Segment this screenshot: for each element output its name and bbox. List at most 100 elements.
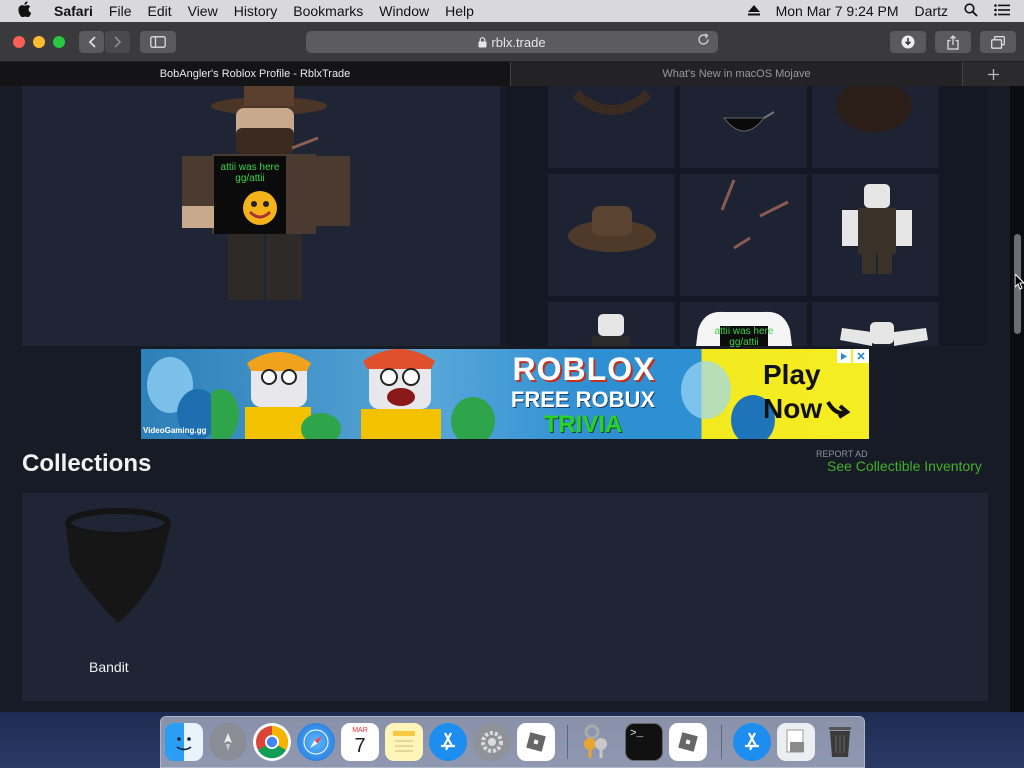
dock-separator (721, 725, 722, 759)
menubar-clock[interactable]: Mon Mar 7 9:24 PM (776, 3, 899, 19)
menu-bookmarks[interactable]: Bookmarks (293, 3, 363, 19)
close-window-button[interactable] (13, 36, 25, 48)
trash-icon[interactable] (821, 723, 859, 761)
chrome-icon[interactable] (253, 723, 291, 761)
roblox-studio-icon[interactable] (517, 723, 555, 761)
menu-file[interactable]: File (109, 3, 132, 19)
chevron-left-icon (88, 36, 96, 48)
inventory-shirt-text: attii was here gg/attii (714, 326, 774, 348)
forward-button[interactable] (105, 31, 130, 53)
spotlight-search-icon[interactable] (964, 2, 978, 20)
item-thumbnail (722, 111, 775, 132)
grid-item[interactable] (680, 86, 807, 168)
eject-icon[interactable] (747, 3, 760, 19)
roblox-player-icon[interactable] (669, 723, 707, 761)
item-thumbnail (840, 322, 928, 346)
menu-safari[interactable]: Safari (54, 3, 93, 19)
apple-menu-icon[interactable] (18, 1, 40, 21)
tab-bar: BobAngler's Roblox Profile - RblxTrade W… (0, 62, 1024, 86)
address-bar[interactable]: rblx.trade (306, 31, 718, 53)
collections-heading: Collections (22, 450, 152, 477)
mouse-cursor-icon (1015, 274, 1024, 290)
back-button[interactable] (79, 31, 104, 53)
zoom-window-button[interactable] (53, 36, 65, 48)
avatar-render (182, 86, 350, 300)
ad-headline: ROBLOX (512, 351, 656, 387)
ad-banner[interactable]: ROBLOX FREE ROBUX TRIVIA Play Now VideoG… (141, 349, 869, 439)
item-thumbnail (720, 179, 789, 250)
system-preferences-icon[interactable] (473, 723, 511, 761)
plus-icon (988, 68, 999, 80)
calendar-icon[interactable]: MAR 7 (341, 723, 379, 761)
web-page: attii was here gg/attii attii was here g… (0, 86, 1010, 712)
share-icon (947, 34, 959, 50)
avatar-shirt-text: attii was here gg/attii (220, 162, 280, 184)
menu-edit[interactable]: Edit (147, 3, 171, 19)
menu-view[interactable]: View (188, 3, 218, 19)
adchoices-icon[interactable] (837, 349, 851, 363)
item-thumbnail (836, 86, 912, 132)
finder-icon[interactable] (165, 723, 203, 761)
grid-item[interactable] (812, 174, 939, 296)
arrow-right-icon (826, 400, 851, 419)
download-icon (901, 35, 915, 49)
terminal-icon[interactable]: >_ (625, 723, 663, 761)
minimize-window-button[interactable] (33, 36, 45, 48)
calendar-day: 7 (354, 735, 366, 757)
menu-window[interactable]: Window (379, 3, 429, 19)
avatar-panel: attii was here gg/attii (22, 86, 500, 346)
safari-icon[interactable] (297, 723, 335, 761)
documents-stack-icon[interactable] (777, 723, 815, 761)
grid-item[interactable] (812, 302, 939, 346)
new-tab-button[interactable] (962, 62, 1024, 86)
macos-menubar: Safari File Edit View History Bookmarks … (0, 0, 1024, 22)
see-collectible-inventory-link[interactable]: See Collectible Inventory (827, 458, 982, 474)
ad-subline-1: FREE ROBUX (510, 387, 656, 412)
page-scrollbar[interactable] (1010, 86, 1024, 712)
item-thumbnail (568, 206, 656, 252)
ad-cta-line-2[interactable]: Now (763, 393, 822, 425)
grid-item[interactable] (680, 174, 807, 296)
grid-item[interactable] (548, 174, 675, 296)
app-store-downloads-icon[interactable] (733, 723, 771, 761)
ad-subline-2: TRIVIA (543, 411, 623, 438)
dock-separator (567, 725, 568, 759)
keychain-access-icon[interactable] (577, 723, 615, 761)
dock: MAR 7 >_ (160, 716, 865, 768)
tab-overview-button[interactable] (980, 31, 1016, 53)
grid-item[interactable] (548, 86, 675, 168)
tab-rblxtrade-profile[interactable]: BobAngler's Roblox Profile - RblxTrade (0, 62, 511, 86)
item-thumbnail (592, 314, 630, 346)
app-store-icon[interactable] (429, 723, 467, 761)
chevron-right-icon (113, 36, 121, 48)
reload-icon[interactable] (697, 33, 710, 49)
launchpad-icon[interactable] (209, 723, 247, 761)
item-thumbnail (842, 184, 912, 274)
menu-help[interactable]: Help (445, 3, 474, 19)
tab-whats-new-mojave[interactable]: What's New in macOS Mojave (511, 62, 962, 86)
item-thumbnail (572, 90, 652, 115)
grid-item[interactable] (548, 302, 675, 346)
ad-close-icon[interactable] (853, 349, 869, 363)
collections-panel: Bandit (22, 493, 988, 701)
notes-icon[interactable] (385, 723, 423, 761)
ad-cta-line-1[interactable]: Play (763, 359, 821, 391)
address-url: rblx.trade (491, 34, 546, 50)
lock-icon (478, 36, 487, 47)
menu-history[interactable]: History (234, 3, 278, 19)
sidebar-icon (150, 36, 166, 48)
share-button[interactable] (935, 31, 971, 53)
collection-item-bandit[interactable]: Bandit (52, 503, 172, 689)
tabs-icon (991, 35, 1005, 49)
grid-item[interactable] (812, 86, 939, 168)
browser-toolbar: rblx.trade (0, 22, 1024, 62)
downloads-button[interactable] (890, 31, 926, 53)
ad-watermark: VideoGaming.gg (143, 426, 207, 435)
notification-center-icon[interactable] (994, 3, 1010, 19)
menubar-user[interactable]: Dartz (915, 3, 948, 19)
collection-item-name: Bandit (89, 659, 129, 675)
grid-item[interactable]: attii was here gg/attii (680, 302, 807, 348)
calendar-month: MAR (352, 727, 368, 734)
bandit-thumbnail (65, 508, 171, 623)
sidebar-toggle-button[interactable] (140, 31, 176, 53)
